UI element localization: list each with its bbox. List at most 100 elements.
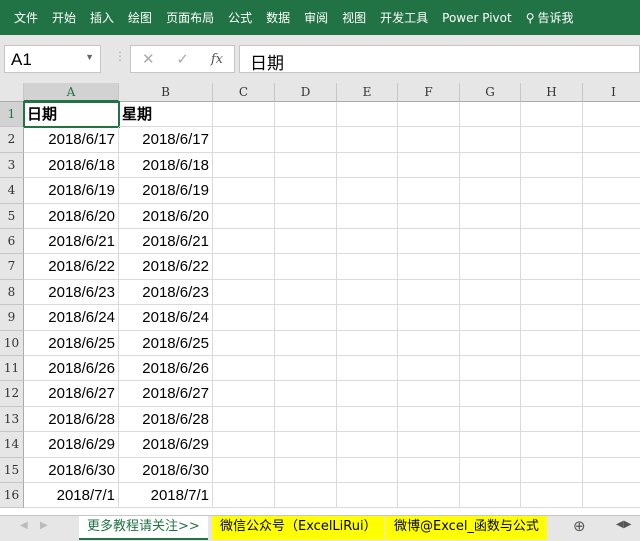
cell-D6[interactable] (275, 229, 337, 255)
ribbon-tab[interactable]: 页面布局 (166, 9, 214, 26)
cell-G15[interactable] (460, 457, 521, 483)
cell-H13[interactable] (521, 406, 583, 433)
ribbon-tab[interactable]: 开发工具 (380, 9, 428, 26)
row-header[interactable]: 8 (0, 279, 24, 306)
cell-C10[interactable] (213, 330, 275, 356)
cell-B4[interactable]: 2018/6/19 (119, 178, 213, 204)
cell-C13[interactable] (213, 406, 275, 433)
cell-G12[interactable] (460, 381, 521, 407)
cell-F16[interactable] (398, 483, 460, 509)
cell-G7[interactable] (460, 254, 521, 280)
cell-H2[interactable] (521, 127, 583, 153)
cell-I12[interactable] (583, 381, 640, 407)
cell-I16[interactable] (583, 483, 640, 509)
cell-F4[interactable] (398, 178, 460, 204)
tell-me[interactable]: ⚲ 告诉我 (526, 9, 588, 26)
row-header[interactable]: 5 (0, 203, 24, 229)
scroll-icon[interactable]: ◀▶ (616, 519, 631, 530)
cell-D13[interactable] (275, 406, 337, 433)
cell-D8[interactable] (275, 279, 337, 306)
cell-H1[interactable] (521, 102, 583, 128)
cell-F6[interactable] (398, 229, 460, 255)
cell-I4[interactable] (583, 178, 640, 204)
cell-A1[interactable]: 日期 (23, 100, 120, 129)
column-header-F[interactable]: F (398, 83, 460, 102)
cell-A14[interactable]: 2018/6/29 (24, 432, 119, 458)
cell-E11[interactable] (337, 356, 398, 382)
cell-H4[interactable] (521, 178, 583, 204)
cell-I7[interactable] (583, 254, 640, 280)
scroll-right-icon[interactable]: ▶ (40, 520, 48, 531)
cell-C4[interactable] (213, 178, 275, 204)
cell-F7[interactable] (398, 254, 460, 280)
cell-E3[interactable] (337, 152, 398, 179)
column-header-A[interactable]: A (24, 83, 119, 102)
cell-A10[interactable]: 2018/6/25 (24, 330, 119, 356)
cell-A2[interactable]: 2018/6/17 (24, 127, 119, 153)
ribbon-tab[interactable]: 数据 (266, 9, 290, 26)
cell-C2[interactable] (213, 127, 275, 153)
row-header[interactable]: 2 (0, 127, 24, 153)
cell-B9[interactable]: 2018/6/24 (119, 305, 213, 331)
cell-D4[interactable] (275, 178, 337, 204)
cell-C1[interactable] (213, 102, 275, 128)
row-header[interactable]: 7 (0, 254, 24, 280)
cell-B14[interactable]: 2018/6/29 (119, 432, 213, 458)
cell-C3[interactable] (213, 152, 275, 179)
ribbon-tab[interactable]: 文件 (14, 9, 38, 26)
row-header[interactable]: 9 (0, 305, 24, 331)
cell-G1[interactable] (460, 102, 521, 128)
cell-G14[interactable] (460, 432, 521, 458)
cell-F13[interactable] (398, 406, 460, 433)
cell-E1[interactable] (337, 102, 398, 128)
cell-G10[interactable] (460, 330, 521, 356)
cell-F9[interactable] (398, 305, 460, 331)
cell-E4[interactable] (337, 178, 398, 204)
cell-B2[interactable]: 2018/6/17 (119, 127, 213, 153)
cell-D1[interactable] (275, 102, 337, 128)
cell-B12[interactable]: 2018/6/27 (119, 381, 213, 407)
ribbon-tab[interactable]: 插入 (90, 9, 114, 26)
cell-G6[interactable] (460, 229, 521, 255)
cell-F15[interactable] (398, 457, 460, 483)
cell-G4[interactable] (460, 178, 521, 204)
cell-H10[interactable] (521, 330, 583, 356)
ribbon-tab[interactable]: 开始 (52, 9, 76, 26)
cell-C7[interactable] (213, 254, 275, 280)
cell-F3[interactable] (398, 152, 460, 179)
cell-C12[interactable] (213, 381, 275, 407)
cell-A4[interactable]: 2018/6/19 (24, 178, 119, 204)
scroll-left-icon[interactable]: ◀ (20, 520, 28, 531)
cell-B1[interactable]: 星期 (119, 102, 213, 128)
cell-H11[interactable] (521, 356, 583, 382)
sheet-tab[interactable]: 更多教程请关注>> (79, 516, 208, 540)
cell-E14[interactable] (337, 432, 398, 458)
cell-E13[interactable] (337, 406, 398, 433)
row-header[interactable]: 16 (0, 483, 24, 509)
column-header-E[interactable]: E (337, 83, 398, 102)
cell-C14[interactable] (213, 432, 275, 458)
cell-A12[interactable]: 2018/6/27 (24, 381, 119, 407)
cell-E16[interactable] (337, 483, 398, 509)
ribbon-tab[interactable]: 绘图 (128, 9, 152, 26)
cell-B11[interactable]: 2018/6/26 (119, 356, 213, 382)
cell-E7[interactable] (337, 254, 398, 280)
cell-A8[interactable]: 2018/6/23 (24, 279, 119, 306)
row-header[interactable]: 11 (0, 356, 24, 382)
cell-H12[interactable] (521, 381, 583, 407)
cell-B16[interactable]: 2018/7/1 (119, 483, 213, 509)
cell-E10[interactable] (337, 330, 398, 356)
cell-A7[interactable]: 2018/6/22 (24, 254, 119, 280)
cell-G16[interactable] (460, 483, 521, 509)
cell-E12[interactable] (337, 381, 398, 407)
column-header-B[interactable]: B (119, 83, 213, 102)
name-box[interactable]: A1 ▼ (4, 45, 101, 73)
row-header[interactable]: 4 (0, 178, 24, 204)
column-header-G[interactable]: G (460, 83, 521, 102)
cell-I2[interactable] (583, 127, 640, 153)
cell-I9[interactable] (583, 305, 640, 331)
cell-B8[interactable]: 2018/6/23 (119, 279, 213, 306)
cell-F12[interactable] (398, 381, 460, 407)
cell-G5[interactable] (460, 203, 521, 229)
cell-I13[interactable] (583, 407, 640, 433)
